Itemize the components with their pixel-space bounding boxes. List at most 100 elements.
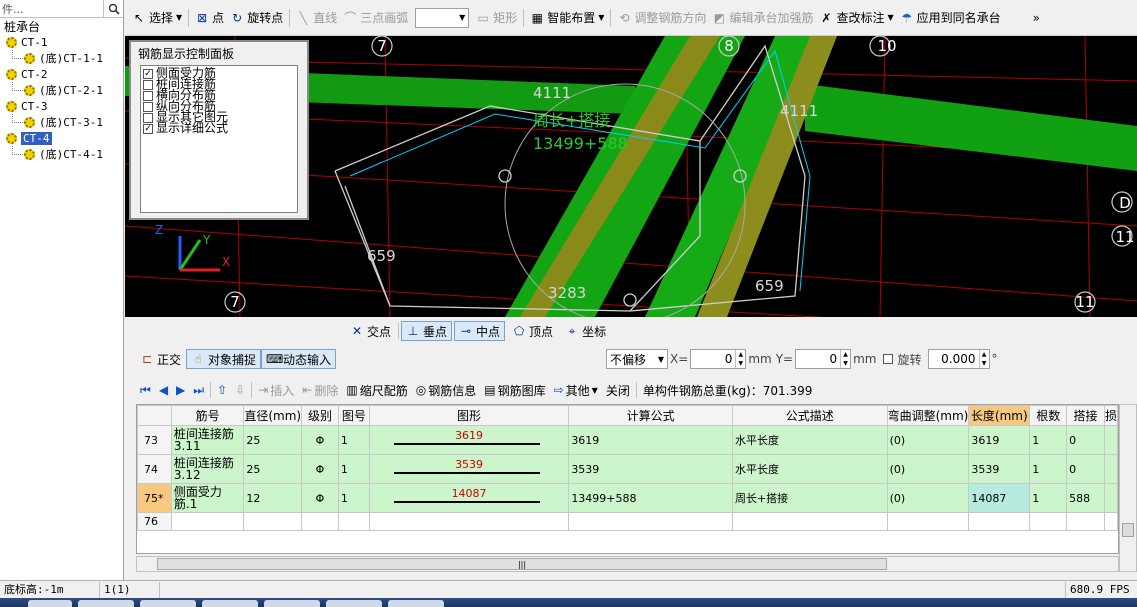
cell-formula[interactable]: 13499+588 (568, 483, 733, 513)
header-grade[interactable]: 级别 (301, 405, 339, 426)
cell-shape[interactable]: 3619 (368, 425, 570, 455)
x-input[interactable]: 0 ▲ ▼ (690, 349, 747, 369)
checkbox[interactable] (143, 112, 153, 123)
taskbar-button[interactable] (264, 600, 320, 607)
tree-item-ct-2[interactable]: CT-2 (0, 66, 123, 82)
cell-figure-no[interactable]: 1 (337, 454, 370, 484)
tree-subitem-ct-4-1[interactable]: (底)CT-4-1 (0, 146, 123, 162)
cell-bend-adjust[interactable]: (0) (886, 454, 970, 484)
empty-cell[interactable] (1066, 512, 1105, 531)
row-index[interactable]: 75* (137, 483, 172, 513)
cell-shape[interactable]: 3539 (368, 454, 570, 484)
cell-count[interactable]: 1 (1029, 425, 1068, 455)
edit-reinforce-button[interactable]: ◩ 编辑承台加强筋 (709, 6, 816, 30)
move-up-button[interactable]: ⇧ (213, 383, 231, 397)
cell-figure-no[interactable]: 1 (337, 483, 370, 513)
header-bar-name[interactable]: 筋号 (170, 405, 245, 426)
header-description[interactable]: 公式描述 (731, 405, 888, 426)
scale-rebar-button[interactable]: ▥ 缩尺配筋 (342, 382, 411, 399)
cell-grade[interactable]: Φ (301, 454, 339, 484)
cell-description[interactable]: 周长+搭接 (731, 483, 888, 513)
tree-item-ct-3[interactable]: CT-3 (0, 98, 123, 114)
empty-cell[interactable] (337, 512, 370, 531)
cell-loss[interactable] (1103, 454, 1118, 484)
next-record-button[interactable]: ▶ (172, 383, 189, 397)
3d-viewport[interactable]: 7 8 10 7 11 11 D 4111 4111 659 659 3283 … (125, 36, 1137, 317)
cell-lap[interactable]: 0 (1066, 454, 1105, 484)
select-button[interactable]: ↖ 选择 ▼ (129, 6, 185, 30)
header-count[interactable]: 根数 (1029, 405, 1068, 426)
row-index[interactable]: 74 (137, 454, 172, 484)
cell-length[interactable]: 3619 (968, 425, 1031, 455)
close-grid-button[interactable]: 关闭 (602, 382, 634, 399)
option-detailed-formula[interactable]: ✓ 显示详细公式 (143, 122, 295, 134)
move-down-button[interactable]: ⇩ (231, 383, 249, 397)
cell-grade[interactable]: Φ (301, 483, 339, 513)
dynamic-input-toggle[interactable]: ⌨ 动态输入 (261, 349, 337, 369)
snap-vertex-button[interactable]: ⬠ 顶点 (507, 321, 558, 341)
cell-lap[interactable]: 0 (1066, 425, 1105, 455)
tree-item-ct-1[interactable]: CT-1 (0, 34, 123, 50)
checkbox-checked[interactable]: ✓ (143, 68, 153, 79)
table-row-current[interactable]: 75* 侧面受力筋.1 12 Φ 1 14087 13499+588 周长+搭接… (137, 483, 1118, 513)
checkbox[interactable] (143, 90, 153, 101)
insert-row-button[interactable]: ⇥ 插入 (254, 382, 298, 399)
tree-search-input[interactable]: 件... (2, 1, 103, 17)
three-point-arc-button[interactable]: ⌒ 三点画弧 (340, 6, 411, 30)
spin-arrows-icon[interactable]: ▲ ▼ (735, 350, 745, 368)
checkbox[interactable] (143, 79, 153, 90)
empty-cell[interactable] (243, 512, 303, 531)
cell-formula[interactable]: 3619 (568, 425, 733, 455)
shape-combo[interactable]: ▼ (415, 7, 470, 28)
taskbar-button[interactable] (28, 600, 72, 607)
empty-cell[interactable] (1029, 512, 1068, 531)
cell-bend-adjust[interactable]: (0) (886, 483, 970, 513)
empty-cell[interactable] (170, 512, 245, 531)
table-row[interactable]: 73 桩间连接筋3.11 25 Φ 1 3619 3619 水平长度 (0) 3… (137, 425, 1118, 455)
empty-cell[interactable] (301, 512, 339, 531)
cell-bar-name[interactable]: 桩间连接筋3.11 (170, 425, 245, 455)
empty-cell[interactable] (368, 512, 570, 531)
snap-midpoint-button[interactable]: ⊸ 中点 (454, 321, 506, 341)
table-horizontal-scrollbar[interactable]: ||| (136, 556, 1119, 572)
header-shape[interactable]: 图形 (368, 405, 570, 426)
line-button[interactable]: ╲ 直线 (293, 6, 340, 30)
header-length[interactable]: 长度(mm) (968, 405, 1031, 426)
delete-row-button[interactable]: ⇤ 删除 (298, 382, 342, 399)
table-row-empty[interactable]: 76 (137, 512, 1118, 531)
y-input[interactable]: 0 ▲ ▼ (795, 349, 852, 369)
rotate-point-button[interactable]: ↻ 旋转点 (227, 6, 286, 30)
tree-root[interactable]: 桩承台 (0, 18, 123, 34)
snap-perpendicular-button[interactable]: ⊥ 垂点 (401, 321, 453, 341)
spin-arrows-icon[interactable]: ▲ ▼ (840, 350, 850, 368)
empty-cell[interactable] (1103, 512, 1118, 531)
cell-diameter[interactable]: 25 (243, 454, 303, 484)
empty-cell[interactable] (568, 512, 733, 531)
rotate-input[interactable]: 0.000 ▲ ▼ (927, 349, 990, 369)
object-snap-toggle[interactable]: ☝ 对象捕捉 (186, 349, 262, 369)
cell-length[interactable]: 14087 (968, 483, 1031, 513)
snap-coordinate-button[interactable]: ⌖ 坐标 (560, 321, 611, 341)
tree-subitem-ct-1-1[interactable]: (底)CT-1-1 (0, 50, 123, 66)
cell-shape[interactable]: 14087 (368, 483, 570, 513)
taskbar-button[interactable] (140, 600, 196, 607)
row-index[interactable]: 73 (137, 425, 172, 455)
checkbox[interactable] (143, 101, 153, 112)
check-label-button[interactable]: ✗ 查改标注 ▼ (816, 6, 896, 30)
rect-button[interactable]: ▭ 矩形 (473, 6, 520, 30)
cell-loss[interactable] (1103, 483, 1118, 513)
taskbar-button[interactable] (326, 600, 382, 607)
cell-diameter[interactable]: 12 (243, 483, 303, 513)
other-menu-button[interactable]: ⇨ 其他 ▼ (550, 382, 602, 399)
cell-bend-adjust[interactable]: (0) (886, 425, 970, 455)
cell-lap[interactable]: 588 (1066, 483, 1105, 513)
tree-item-ct-4[interactable]: CT-4 (0, 130, 123, 146)
last-record-button[interactable]: ⏭ (189, 383, 208, 398)
cell-loss[interactable] (1103, 425, 1118, 455)
cell-formula[interactable]: 3539 (568, 454, 733, 484)
row-index[interactable]: 76 (137, 512, 172, 531)
scroll-thumb[interactable] (1122, 523, 1134, 537)
cell-bar-name[interactable]: 侧面受力筋.1 (170, 483, 245, 513)
header-loss[interactable]: 损 (1103, 405, 1118, 426)
cell-description[interactable]: 水平长度 (731, 425, 888, 455)
